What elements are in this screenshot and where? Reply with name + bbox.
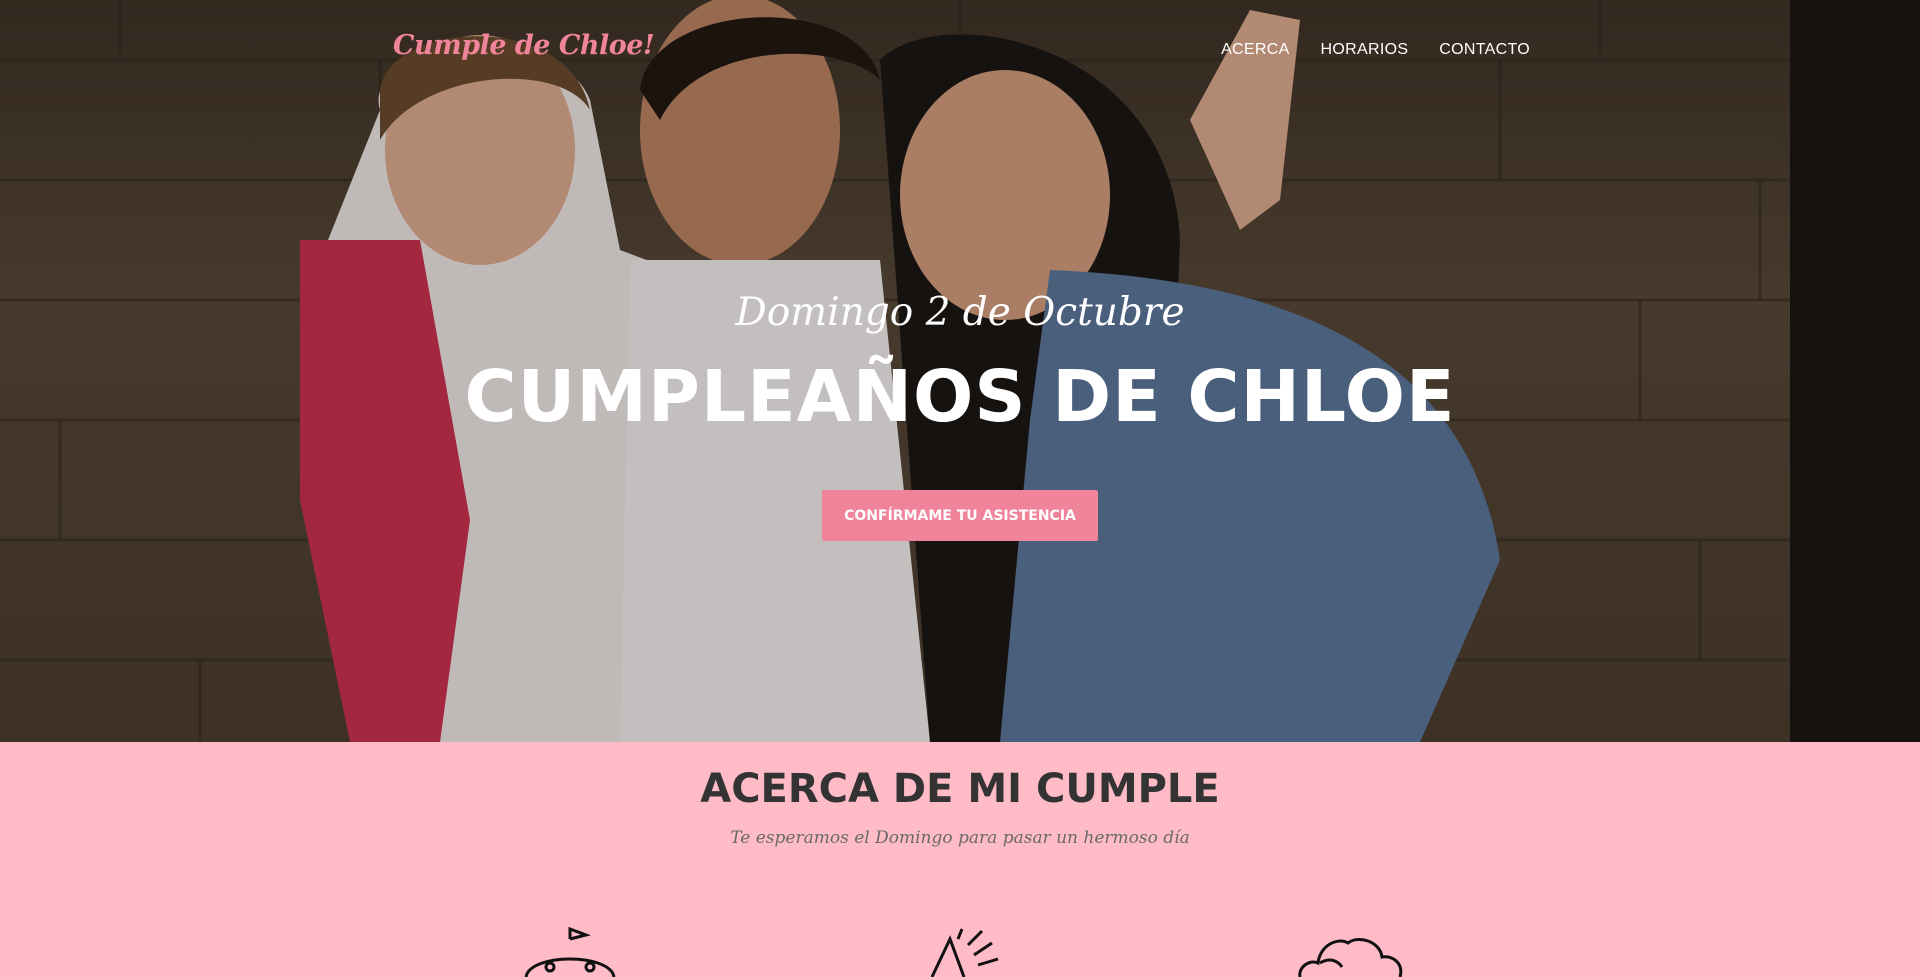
about-subheading: Te esperamos el Domingo para pasar un he… [730, 828, 1190, 848]
about-heading: ACERCA DE MI CUMPLE [700, 766, 1220, 812]
hero-subtitle: Domingo 2 de Octubre [735, 290, 1185, 335]
nav-link-horarios[interactable]: HORARIOS [1321, 41, 1409, 58]
nav-link-acerca[interactable]: ACERCA [1221, 41, 1289, 58]
nav-item-horarios: HORARIOS [1321, 39, 1409, 59]
nav-item-acerca: ACERCA [1221, 39, 1289, 59]
nav-menu: ACERCA HORARIOS CONTACTO [1221, 39, 1530, 59]
cupcake-icon [1298, 938, 1403, 977]
nav-item-contacto: CONTACTO [1439, 39, 1530, 59]
navbar: Cumple de Chloe! ACERCA HORARIOS CONTACT… [0, 0, 1920, 100]
toy-icon [524, 927, 616, 977]
brand-logo[interactable]: Cumple de Chloe! [393, 30, 655, 61]
about-section: ACERCA DE MI CUMPLE Te esperamos el Domi… [0, 742, 1920, 977]
hero-section: Cumple de Chloe! ACERCA HORARIOS CONTACT… [0, 0, 1920, 742]
hero-title: CUMPLEAÑOS DE CHLOE [464, 355, 1456, 438]
confirm-attendance-button[interactable]: CONFÍRMAME TU ASISTENCIA [822, 490, 1098, 541]
party-popper-icon [930, 928, 999, 977]
nav-link-contacto[interactable]: CONTACTO [1439, 41, 1530, 58]
